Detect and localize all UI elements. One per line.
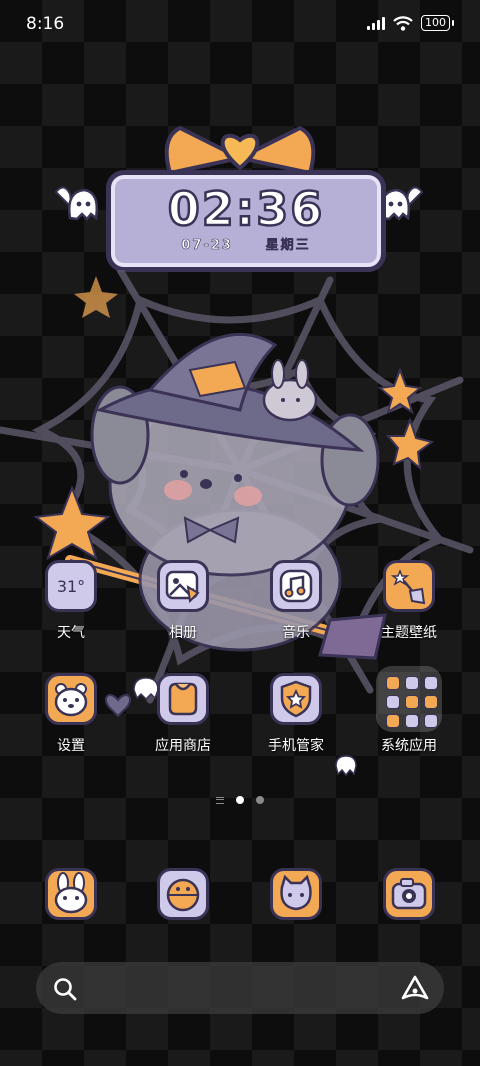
app-security[interactable]: 手机管家 bbox=[246, 673, 346, 755]
weather-icon: 31° bbox=[45, 560, 97, 612]
battery-icon: 100 bbox=[421, 15, 454, 31]
app-folder-system[interactable]: 系统应用 bbox=[359, 666, 459, 755]
assistant-icon[interactable] bbox=[400, 974, 430, 1002]
app-label: 主题壁纸 bbox=[381, 625, 437, 641]
page-dot[interactable] bbox=[256, 796, 264, 804]
status-bar: 8:16 100 bbox=[0, 0, 480, 50]
ghost-left-icon bbox=[54, 186, 98, 221]
app-label: 系统应用 bbox=[381, 738, 437, 754]
bunny-phone-icon bbox=[45, 868, 97, 920]
app-weather[interactable]: 31° 天气 bbox=[21, 560, 121, 642]
app-label: 应用商店 bbox=[155, 738, 211, 754]
dock-app-camera[interactable] bbox=[359, 868, 459, 920]
gallery-icon bbox=[157, 560, 209, 612]
page-dot-active[interactable] bbox=[236, 796, 244, 804]
weather-temperature: 31° bbox=[56, 577, 86, 596]
app-music[interactable]: 音乐 bbox=[246, 560, 346, 642]
search-icon[interactable] bbox=[52, 976, 78, 1002]
dock-app-browser[interactable] bbox=[246, 868, 346, 920]
dock-app-phone[interactable] bbox=[21, 868, 121, 920]
dock-app-messages[interactable] bbox=[133, 868, 233, 920]
app-app-store[interactable]: 应用商店 bbox=[133, 673, 233, 755]
app-label: 设置 bbox=[57, 738, 85, 754]
themes-icon bbox=[383, 560, 435, 612]
signal-icon bbox=[367, 16, 385, 30]
app-label: 天气 bbox=[57, 625, 85, 641]
search-bar[interactable] bbox=[36, 962, 444, 1014]
page-indicator[interactable] bbox=[0, 796, 480, 804]
app-label: 相册 bbox=[169, 625, 197, 641]
cat-browser-icon bbox=[270, 868, 322, 920]
clock-date: 07-23 星期三 bbox=[106, 234, 386, 254]
orange-messages-icon bbox=[157, 868, 209, 920]
camera-icon bbox=[383, 868, 435, 920]
page-list-icon[interactable] bbox=[216, 796, 224, 804]
clock-widget[interactable]: 02:36 07-23 星期三 bbox=[50, 118, 430, 278]
settings-icon bbox=[45, 673, 97, 725]
app-gallery[interactable]: 相册 bbox=[133, 560, 233, 642]
app-label: 音乐 bbox=[282, 625, 310, 641]
status-icons: 100 bbox=[367, 15, 454, 31]
app-store-icon bbox=[157, 673, 209, 725]
status-time: 8:16 bbox=[26, 14, 65, 34]
folder-icon bbox=[376, 666, 442, 732]
music-icon bbox=[270, 560, 322, 612]
security-icon bbox=[270, 673, 322, 725]
clock-date-value: 07-23 bbox=[181, 238, 233, 254]
app-themes[interactable]: 主题壁纸 bbox=[359, 560, 459, 642]
clock-weekday: 星期三 bbox=[265, 238, 311, 254]
wifi-icon bbox=[393, 15, 413, 31]
clock-time: 02:36 bbox=[167, 181, 325, 238]
app-label: 手机管家 bbox=[268, 738, 324, 754]
app-settings[interactable]: 设置 bbox=[21, 673, 121, 755]
